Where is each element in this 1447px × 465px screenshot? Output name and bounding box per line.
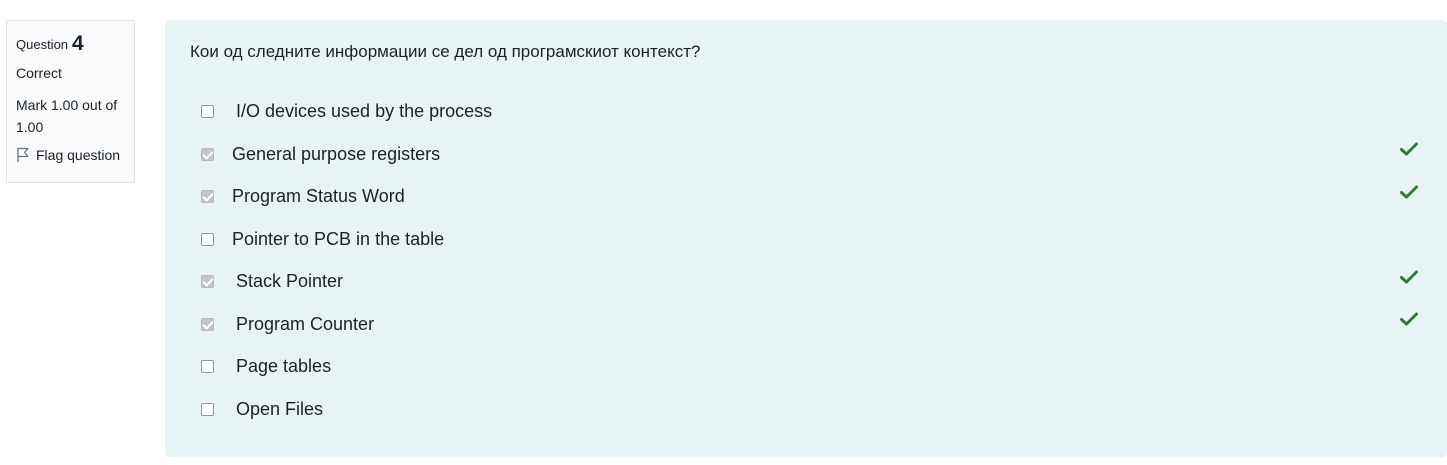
answer-option[interactable]: Program Status Word (201, 183, 405, 209)
answer-checkbox[interactable] (201, 402, 214, 416)
question-number: 4 (72, 32, 84, 55)
check-icon (1400, 142, 1418, 156)
flag-question-label: Flag question (36, 147, 121, 163)
question-grade: Mark 1.00 out of 1.00 (16, 97, 118, 135)
answer-label: I/O devices used by the process (236, 100, 493, 121)
check-icon (1400, 270, 1418, 284)
answer-checkbox[interactable] (201, 359, 214, 373)
question-state: Correct (16, 65, 62, 81)
answer-option[interactable]: Open Files (201, 396, 323, 422)
answer-option[interactable]: I/O devices used by the process (201, 98, 492, 124)
answer-checkbox[interactable] (201, 189, 214, 203)
answer-label: Page tables (236, 355, 332, 376)
flag-question-link[interactable]: Flag question (16, 147, 125, 163)
answer-checkbox[interactable] (201, 147, 214, 161)
question-number-line: Question 4 (16, 31, 125, 57)
check-icon (1400, 185, 1418, 199)
answer-label: Open Files (236, 398, 324, 419)
answer-checkbox[interactable] (201, 274, 214, 288)
answer-checkbox[interactable] (201, 104, 214, 118)
answer-label: Program Status Word (232, 185, 405, 206)
question-info-panel: Question 4 Correct Mark 1.00 out of 1.00 … (6, 20, 135, 183)
answer-option[interactable]: General purpose registers (201, 141, 440, 167)
flag-icon (17, 147, 29, 162)
answer-checkbox[interactable] (201, 317, 214, 331)
answer-option[interactable]: Page tables (201, 353, 331, 379)
answer-option[interactable]: Stack Pointer (201, 268, 343, 294)
answer-checkbox[interactable] (201, 232, 214, 246)
check-icon (1400, 312, 1418, 326)
answer-label: Stack Pointer (236, 270, 344, 291)
answer-label: Pointer to PCB in the table (232, 228, 445, 249)
answer-label: General purpose registers (232, 143, 441, 164)
answer-label: Program Counter (236, 313, 375, 334)
question-content: Кои од следните информации се дел од про… (165, 20, 1447, 457)
question-label: Question (16, 37, 69, 52)
answer-option[interactable]: Pointer to PCB in the table (201, 226, 444, 252)
question-text: Кои од следните информации се дел од про… (190, 42, 701, 61)
answer-option[interactable]: Program Counter (201, 311, 374, 337)
